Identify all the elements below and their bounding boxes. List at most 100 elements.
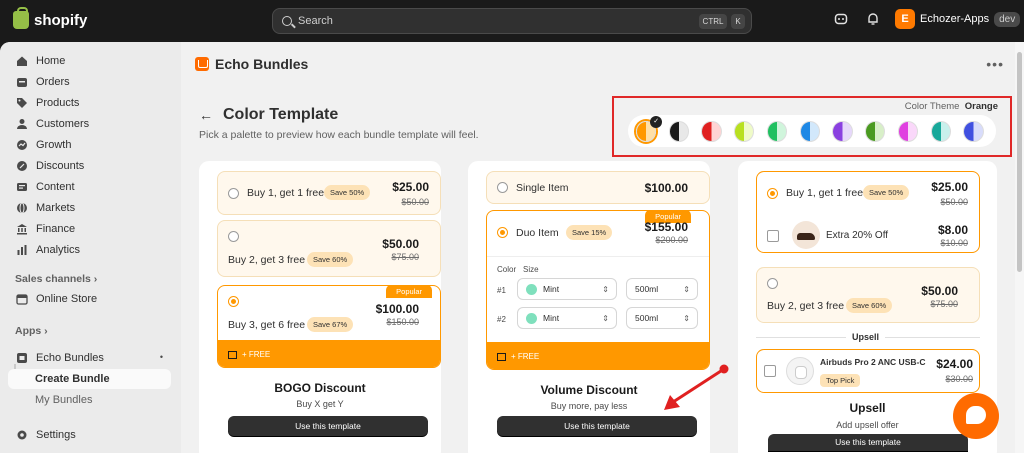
option-price: $50.00	[921, 284, 958, 298]
swatch-purple[interactable]	[832, 120, 853, 142]
upsell-option-1[interactable]: Buy 1, get 1 free Save 50% $25.00 $50.00…	[756, 171, 980, 253]
bogo-option-1[interactable]: Buy 1, get 1 free Save 50% $25.00 $50.00	[217, 171, 441, 215]
sidebar-item-markets[interactable]: Markets	[8, 198, 171, 218]
swatch-orange[interactable]: ✓	[636, 115, 663, 142]
radio-button[interactable]	[497, 182, 508, 193]
store-name: Echozer-Apps	[920, 13, 990, 25]
sidebar-item-online-store[interactable]: Online Store	[8, 289, 171, 309]
bogo-option-3[interactable]: Popular Buy 3, get 6 free Save 67% $100.…	[217, 285, 441, 368]
more-actions-icon[interactable]: •••	[986, 56, 1004, 72]
sidebar-item-settings[interactable]: Settings	[8, 425, 171, 445]
sidebar-item-create-bundle[interactable]: Create Bundle	[8, 369, 171, 389]
sidebar-item-label: Content	[36, 181, 75, 193]
color-select-2[interactable]: Mint ⇕	[517, 307, 617, 329]
size-select-value: 500ml	[635, 313, 659, 323]
pin-indicator: •	[159, 352, 163, 362]
apps-heading[interactable]: Apps ›	[15, 325, 48, 337]
radio-button[interactable]	[767, 188, 778, 199]
radio-button[interactable]	[228, 188, 239, 199]
scrollbar-thumb[interactable]	[1017, 52, 1022, 272]
tag-icon	[17, 98, 27, 108]
sidebar-item-echo-bundles[interactable]: Echo Bundles •	[8, 348, 171, 368]
bell-icon[interactable]	[865, 12, 881, 28]
growth-icon	[17, 140, 27, 150]
mint-swatch-icon	[526, 312, 537, 324]
option-title: Buy 1, get 1 free	[786, 187, 864, 199]
page-scrollbar[interactable]	[1015, 42, 1024, 453]
use-template-button[interactable]: Use this template	[768, 434, 968, 451]
swatch-green[interactable]	[766, 120, 788, 142]
sidebar-item-growth[interactable]: Growth	[8, 135, 171, 155]
swatch-red[interactable]	[701, 120, 722, 142]
sales-channels-heading[interactable]: Sales channels ›	[15, 273, 97, 285]
swatch-blue[interactable]	[799, 120, 820, 142]
search-placeholder: Search	[298, 15, 333, 27]
sidebar-item-label: Create Bundle	[35, 373, 110, 385]
template-description: Buy X get Y	[296, 399, 344, 409]
upsell-checkbox[interactable]	[764, 365, 776, 377]
popular-badge: Popular	[386, 286, 432, 298]
use-template-button[interactable]: Use this template	[228, 416, 428, 436]
upsell-option-2[interactable]: Buy 2, get 3 free Save 60% $50.00 $75.00	[756, 267, 980, 323]
upsell-product[interactable]: Airbuds Pro 2 ANC USB-C Top Pick $24.00 …	[756, 349, 980, 393]
sidebar-item-finance[interactable]: Finance	[8, 219, 171, 239]
swatch-black[interactable]	[668, 120, 689, 142]
color-select-1[interactable]: Mint ⇕	[517, 278, 617, 300]
addon-checkbox[interactable]	[767, 230, 779, 242]
volume-option-1[interactable]: Single Item $100.00	[486, 171, 710, 204]
addon-old-price: $10.00	[940, 238, 968, 248]
volume-option-2[interactable]: Popular Duo Item Save 15% $155.00 $200.0…	[486, 210, 710, 370]
size-select-value: 500ml	[635, 284, 659, 294]
size-column-label: Size	[523, 265, 539, 274]
template-name: BOGO Discount	[274, 381, 366, 395]
option-old-price: $75.00	[930, 299, 958, 309]
sidebar-item-customers[interactable]: Customers	[8, 114, 171, 134]
bogo-option-2[interactable]: Buy 2, get 3 free Save 60% $50.00 $75.00	[217, 220, 441, 277]
sidebar-item-products[interactable]: Products	[8, 93, 171, 113]
chevron-up-down-icon: ⇕	[602, 313, 609, 323]
divider	[487, 256, 709, 257]
swatch-teal[interactable]	[930, 120, 951, 142]
size-select-2[interactable]: 500ml ⇕	[626, 307, 698, 329]
addon-title: Extra 20% Off	[826, 230, 889, 241]
sidebar-item-label: Online Store	[36, 293, 98, 305]
sidebar-item-label: Analytics	[36, 244, 81, 256]
save-badge: Save 50%	[863, 185, 910, 200]
save-badge: Save 50%	[324, 185, 371, 200]
discount-icon	[17, 161, 27, 171]
chat-bubble-icon[interactable]	[953, 393, 999, 439]
option-title: Buy 2, get 3 free	[228, 254, 306, 266]
sidebar-item-discounts[interactable]: Discounts	[8, 156, 171, 176]
gift-icon	[228, 350, 237, 359]
color-theme-picker: Color Theme Orange ✓	[612, 96, 1012, 157]
sidebar-item-orders[interactable]: Orders	[8, 72, 171, 92]
globe-icon	[17, 202, 27, 214]
sidebar-item-home[interactable]: Home	[8, 51, 171, 71]
swatch-olive[interactable]	[865, 120, 886, 142]
size-select-1[interactable]: 500ml ⇕	[626, 278, 698, 300]
radio-button[interactable]	[228, 296, 239, 307]
shortcut-k: K	[731, 14, 745, 29]
swatch-indigo[interactable]	[963, 120, 984, 142]
admin-shell: Home Orders Products Customers Growth Di…	[0, 42, 1024, 453]
option-old-price: $50.00	[401, 197, 429, 207]
swatch-lime[interactable]	[734, 120, 755, 142]
page-title: Color Template	[223, 106, 339, 123]
search-bar[interactable]: Search CTRL K	[272, 8, 752, 34]
sidebar-item-my-bundles[interactable]: My Bundles	[8, 390, 171, 410]
sidekick-icon[interactable]	[833, 12, 849, 28]
shopify-logo[interactable]: shopify	[13, 7, 87, 29]
radio-button[interactable]	[497, 227, 508, 238]
radio-button[interactable]	[767, 278, 778, 289]
store-menu[interactable]: E Echozer-Apps dev	[895, 9, 1021, 29]
gift-icon	[497, 352, 506, 361]
sidebar-item-label: Growth	[36, 139, 72, 151]
sidebar-item-content[interactable]: Content	[8, 177, 171, 197]
option-old-price: $75.00	[391, 252, 419, 262]
sidebar-item-label: Echo Bundles	[36, 352, 104, 364]
gear-icon	[17, 430, 27, 440]
swatch-pink[interactable]	[897, 120, 919, 142]
radio-button[interactable]	[228, 231, 239, 242]
sidebar-item-analytics[interactable]: Analytics	[8, 240, 171, 260]
back-arrow-icon[interactable]: ←	[199, 107, 213, 123]
